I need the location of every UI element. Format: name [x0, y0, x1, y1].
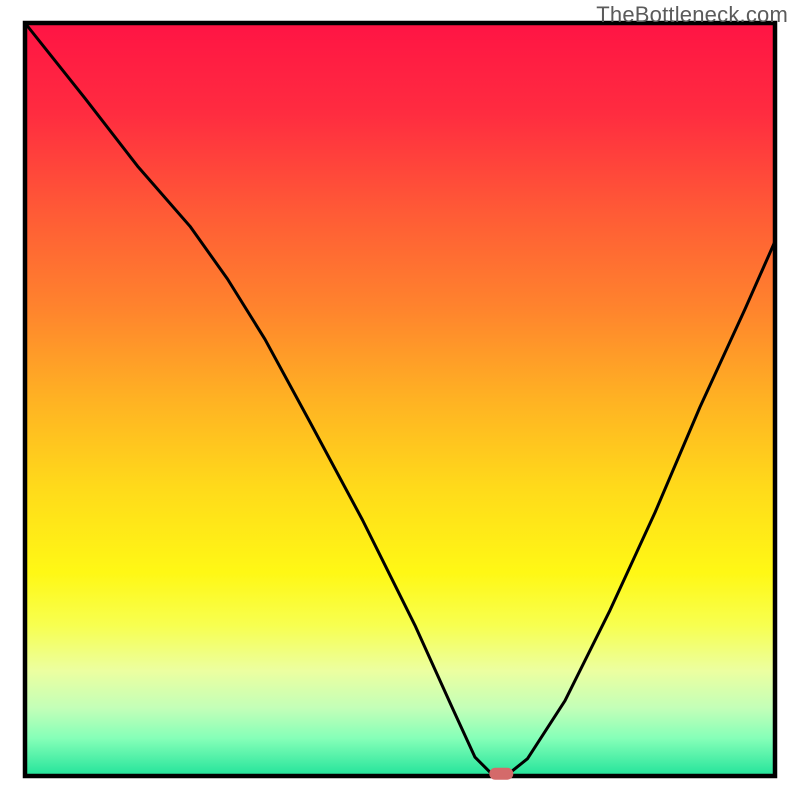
watermark-text: TheBottleneck.com [596, 2, 788, 28]
optimum-marker [489, 768, 513, 780]
bottleneck-chart [0, 0, 800, 800]
plot-background [25, 23, 775, 776]
chart-container: { "watermark": "TheBottleneck.com", "cha… [0, 0, 800, 800]
